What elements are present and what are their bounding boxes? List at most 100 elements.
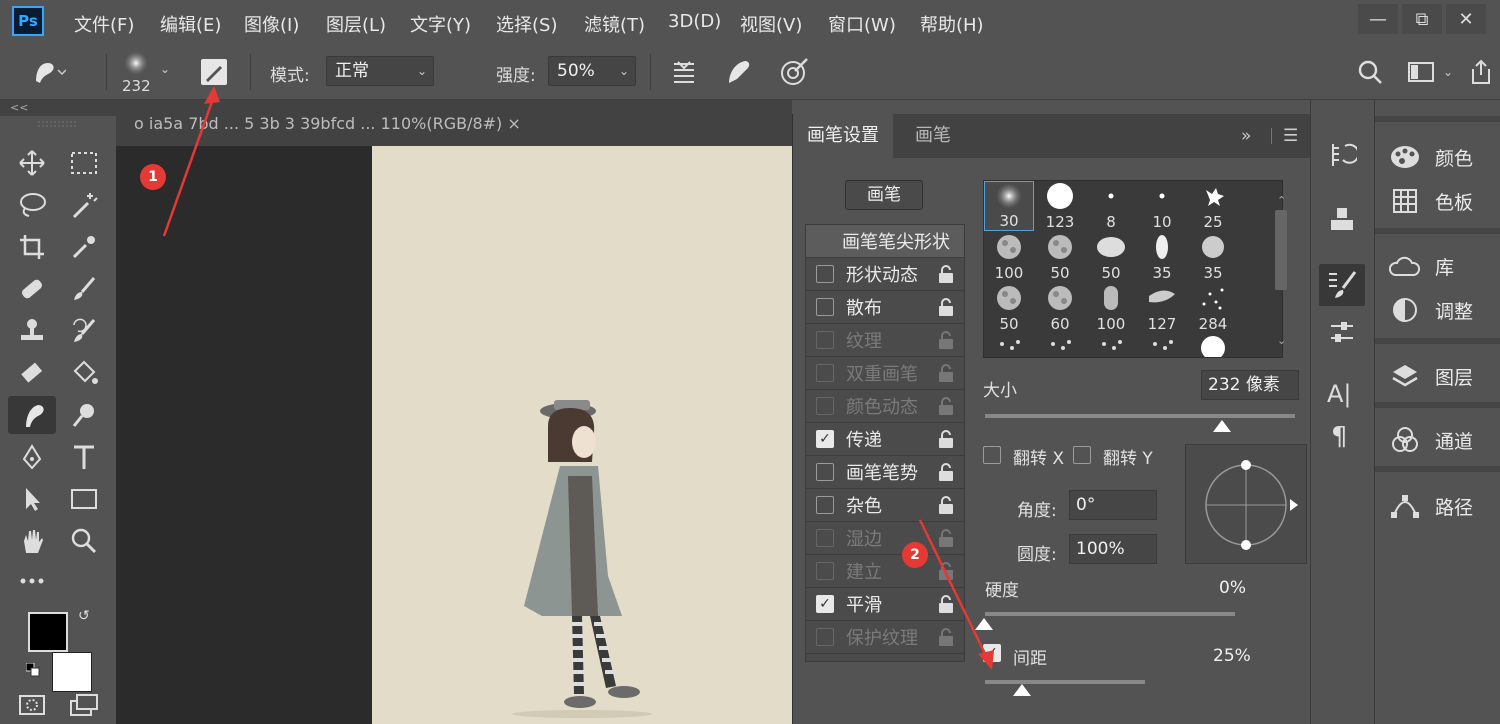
history-panel-icon[interactable] bbox=[1327, 140, 1360, 174]
brush-tip[interactable]: 284 bbox=[1188, 283, 1238, 333]
flip-x-checkbox[interactable] bbox=[983, 446, 1001, 464]
workspace-switcher[interactable]: ⌄ bbox=[1398, 54, 1462, 90]
expand-panel-icon[interactable]: » bbox=[1241, 126, 1251, 146]
brush-tip[interactable] bbox=[1086, 334, 1136, 357]
hardness-slider-track[interactable] bbox=[985, 612, 1235, 616]
spacing-slider-track[interactable] bbox=[985, 680, 1145, 684]
brush-tip[interactable]: 35 bbox=[1137, 232, 1187, 282]
lock-icon[interactable] bbox=[936, 462, 956, 482]
tab-brushes[interactable]: 画笔 bbox=[901, 114, 965, 158]
swap-colors-icon[interactable]: ↺ bbox=[78, 608, 90, 624]
hardness-field[interactable]: 0% bbox=[1213, 574, 1253, 604]
tab-brush-settings[interactable]: 画笔设置 bbox=[793, 114, 893, 158]
brush-option-row[interactable]: 杂色 bbox=[806, 489, 964, 522]
history-brush-tool[interactable] bbox=[60, 312, 108, 350]
menu-file[interactable]: 文件(F) bbox=[74, 11, 134, 37]
quick-mask-button[interactable] bbox=[8, 686, 56, 724]
eraser-tool[interactable] bbox=[8, 354, 56, 392]
default-colors-icon[interactable] bbox=[25, 662, 40, 677]
brush-tip[interactable]: 30 bbox=[984, 181, 1034, 231]
option-checkbox[interactable] bbox=[816, 496, 834, 514]
brush-tool[interactable] bbox=[60, 270, 108, 308]
option-checkbox[interactable] bbox=[816, 364, 834, 382]
menu-edit[interactable]: 编辑(E) bbox=[160, 11, 221, 37]
search-button[interactable] bbox=[1350, 54, 1390, 90]
panel-menu-icon[interactable]: ☰ bbox=[1283, 126, 1298, 146]
brush-option-row[interactable]: 散布 bbox=[806, 291, 964, 324]
brush-tip-shape-item[interactable]: 画笔笔尖形状 bbox=[806, 225, 964, 258]
brush-option-row[interactable]: 建立 bbox=[806, 555, 964, 588]
marquee-tool[interactable] bbox=[60, 144, 108, 182]
restore-button[interactable]: ⧉ bbox=[1402, 4, 1442, 34]
brush-tip[interactable]: 8 bbox=[1086, 181, 1136, 231]
brush-option-row[interactable]: 纹理 bbox=[806, 324, 964, 357]
swatches-panel-item[interactable]: 色板 bbox=[1389, 181, 1473, 221]
brush-tip[interactable]: 25 bbox=[1188, 181, 1238, 231]
paragraph-panel-icon[interactable]: ¶ bbox=[1331, 422, 1348, 452]
brush-option-row[interactable]: 保护纹理 bbox=[806, 621, 964, 654]
brush-tip-grid[interactable]: 30 123 8 10 25 100 50 50 35 35 50 60 100 127 284 bbox=[983, 180, 1283, 358]
option-checkbox[interactable] bbox=[816, 397, 834, 415]
toggle-brush-settings-button[interactable] bbox=[194, 54, 234, 90]
brush-option-row[interactable]: 颜色动态 bbox=[806, 390, 964, 423]
brush-tip[interactable]: 50 bbox=[984, 283, 1034, 333]
size-slider-thumb[interactable] bbox=[1213, 420, 1231, 432]
menu-view[interactable]: 视图(V) bbox=[740, 11, 802, 37]
option-checkbox[interactable] bbox=[816, 331, 834, 349]
option-checkbox[interactable] bbox=[816, 628, 834, 646]
toolbar-collapse[interactable]: << bbox=[0, 100, 116, 116]
sample-all-layers-button[interactable] bbox=[664, 54, 704, 90]
brush-option-row[interactable]: ✓ 传递 bbox=[806, 423, 964, 456]
pen-tool[interactable] bbox=[8, 438, 56, 476]
dodge-tool[interactable] bbox=[60, 396, 108, 434]
edit-toolbar-button[interactable] bbox=[8, 562, 56, 600]
path-selection-tool[interactable] bbox=[8, 480, 56, 518]
brush-tip[interactable]: 127 bbox=[1137, 283, 1187, 333]
adjustments-panel-item[interactable]: 调整 bbox=[1389, 290, 1473, 330]
brush-tip[interactable]: 100 bbox=[984, 232, 1034, 282]
brush-presets-button[interactable]: 画笔 bbox=[845, 180, 923, 210]
brush-option-row[interactable]: 湿边 bbox=[806, 522, 964, 555]
option-checkbox[interactable]: ✓ bbox=[816, 430, 834, 448]
channels-panel-item[interactable]: 通道 bbox=[1389, 420, 1473, 460]
flip-y-checkbox[interactable] bbox=[1073, 446, 1091, 464]
lasso-tool[interactable] bbox=[8, 186, 56, 224]
screen-mode-button[interactable] bbox=[60, 686, 108, 724]
lock-icon[interactable] bbox=[936, 561, 956, 581]
brush-tip[interactable] bbox=[1035, 334, 1085, 357]
option-checkbox[interactable] bbox=[816, 463, 834, 481]
brush-tip[interactable]: 50 bbox=[1086, 232, 1136, 282]
size-field[interactable]: 232 像素 bbox=[1201, 370, 1299, 400]
angle-field[interactable]: 0° bbox=[1069, 490, 1157, 520]
crop-tool[interactable] bbox=[8, 228, 56, 266]
scroll-down-icon[interactable]: ⌄ bbox=[1277, 334, 1286, 347]
type-tool[interactable] bbox=[60, 438, 108, 476]
tip-grid-scrollbar[interactable]: ⌃ ⌄ bbox=[1273, 194, 1289, 354]
option-checkbox[interactable]: ✓ bbox=[816, 595, 834, 613]
menu-window[interactable]: 窗口(W) bbox=[828, 11, 896, 37]
3d-panel-icon[interactable] bbox=[1327, 204, 1357, 238]
canvas[interactable] bbox=[372, 146, 792, 724]
scroll-up-icon[interactable]: ⌃ bbox=[1277, 194, 1286, 207]
brush-tip[interactable]: 100 bbox=[1086, 283, 1136, 333]
option-checkbox[interactable] bbox=[816, 529, 834, 547]
lock-icon[interactable] bbox=[936, 429, 956, 449]
brush-preset-picker[interactable]: 232 ⌄ bbox=[120, 50, 180, 96]
eyedropper-tool[interactable] bbox=[60, 228, 108, 266]
hardness-slider-thumb[interactable] bbox=[975, 618, 993, 630]
lock-icon[interactable] bbox=[936, 495, 956, 515]
brush-settings-panel-icon[interactable] bbox=[1319, 264, 1365, 306]
lock-icon[interactable] bbox=[936, 528, 956, 548]
minimize-button[interactable]: — bbox=[1358, 4, 1398, 34]
character-panel-icon[interactable]: A| bbox=[1327, 380, 1352, 408]
brush-option-row[interactable]: 双重画笔 bbox=[806, 357, 964, 390]
close-button[interactable]: ✕ bbox=[1446, 4, 1486, 34]
spacing-slider-thumb[interactable] bbox=[1013, 684, 1031, 696]
hand-tool[interactable] bbox=[8, 522, 56, 560]
scroll-thumb[interactable] bbox=[1275, 210, 1287, 290]
menu-image[interactable]: 图像(I) bbox=[244, 11, 299, 37]
brush-tip[interactable]: 10 bbox=[1137, 181, 1187, 231]
lock-icon[interactable] bbox=[936, 330, 956, 350]
lock-icon[interactable] bbox=[936, 396, 956, 416]
brush-tip[interactable]: 35 bbox=[1188, 232, 1238, 282]
